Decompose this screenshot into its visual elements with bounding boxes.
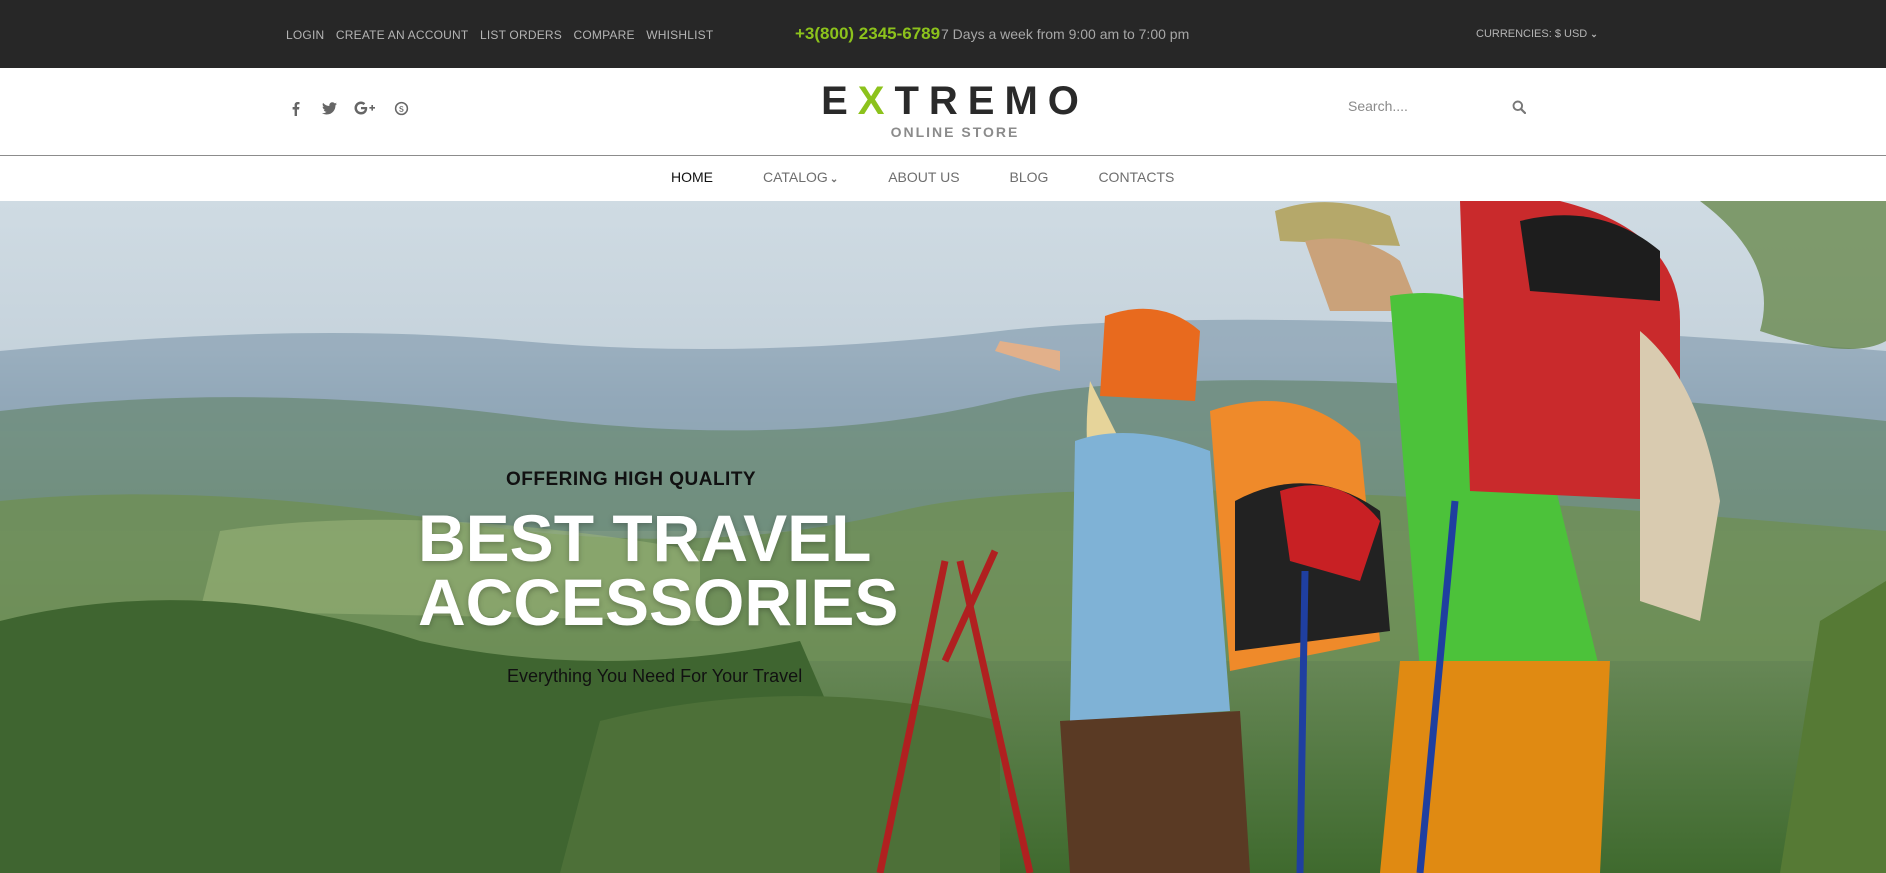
login-link[interactable]: LOGIN: [286, 28, 324, 42]
chevron-down-icon: ⌄: [1590, 29, 1598, 39]
site-header: EXTREMO ONLINE STORE: [0, 68, 1886, 156]
phone-number: +3(800) 2345-6789: [795, 24, 941, 43]
nav-about-us[interactable]: ABOUT US: [888, 169, 959, 185]
wishlist-link[interactable]: WHISHLIST: [646, 28, 713, 42]
hero-title-line-1: BEST TRAVEL: [418, 501, 872, 575]
nav-catalog[interactable]: CATALOG ⌄: [763, 169, 838, 185]
opening-hours: 7 Days a week from 9:00 am to 7:00 pm: [941, 26, 1190, 42]
nav-contacts[interactable]: CONTACTS: [1098, 169, 1174, 185]
top-bar: LOGIN CREATE AN ACCOUNT LIST ORDERS COMP…: [0, 0, 1886, 68]
hero-banner: OFFERING HIGH QUALITY BEST TRAVEL ACCESS…: [0, 201, 1886, 873]
social-links: [285, 98, 411, 118]
logo-wordmark: EXTREMO: [821, 79, 1089, 123]
chevron-down-icon: ⌄: [829, 174, 839, 185]
facebook-icon[interactable]: [285, 98, 305, 118]
list-orders-link[interactable]: LIST ORDERS: [480, 28, 562, 42]
nav-catalog-label: CATALOG: [763, 169, 828, 185]
currency-selector[interactable]: CURRENCIES: $ USD ⌄: [1476, 28, 1598, 40]
twitter-icon[interactable]: [319, 98, 339, 118]
hero-background-image: [0, 201, 1886, 873]
skype-icon[interactable]: [391, 98, 411, 118]
hero-kicker: OFFERING HIGH QUALITY: [506, 469, 757, 490]
nav-blog[interactable]: BLOG: [1010, 169, 1049, 185]
hero-subtitle: Everything You Need For Your Travel: [507, 666, 803, 686]
store-logo[interactable]: EXTREMO ONLINE STORE: [820, 78, 1090, 140]
main-navigation: HOME CATALOG ⌄ ABOUT US BLOG CONTACTS: [0, 156, 1886, 201]
create-account-link[interactable]: CREATE AN ACCOUNT: [336, 28, 469, 42]
search-input[interactable]: [1348, 98, 1498, 114]
logo-subtitle: ONLINE STORE: [890, 124, 1020, 140]
hero-title-line-2: ACCESSORIES: [418, 565, 899, 639]
nav-home[interactable]: HOME: [671, 169, 713, 185]
hero-title: BEST TRAVEL ACCESSORIES: [418, 501, 899, 639]
google-plus-icon[interactable]: [353, 98, 377, 118]
account-links: LOGIN CREATE AN ACCOUNT LIST ORDERS COMP…: [286, 28, 721, 42]
search-icon[interactable]: [1512, 100, 1528, 116]
search-box: [1348, 98, 1528, 122]
compare-link[interactable]: COMPARE: [574, 28, 635, 42]
currency-label: CURRENCIES: $ USD: [1476, 28, 1588, 40]
